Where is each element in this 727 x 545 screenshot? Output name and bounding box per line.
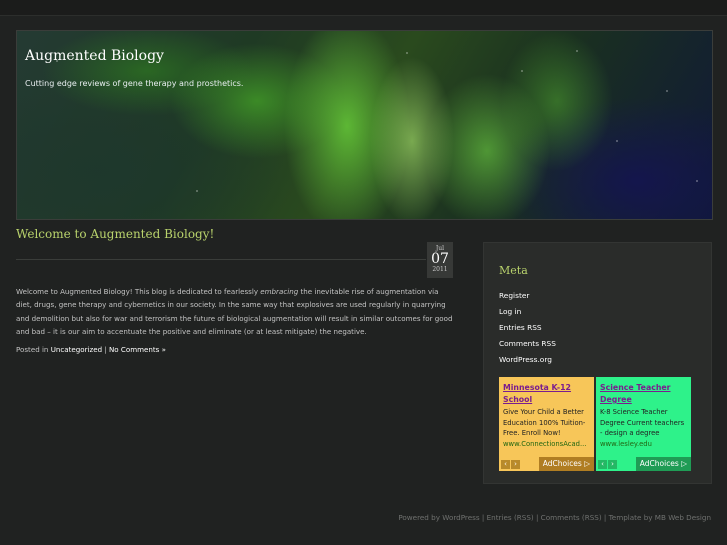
- site-description: Cutting edge reviews of gene therapy and…: [25, 79, 244, 88]
- ad-1-nav: ‹ ›: [501, 459, 521, 470]
- ad-2-nav: ‹ ›: [598, 459, 618, 470]
- post-meta: Posted in Uncategorized | No Comments »: [16, 345, 166, 354]
- post-body-emphasis: embracing: [260, 287, 299, 296]
- ad-1-title[interactable]: Minnesota K-12 School: [503, 382, 590, 406]
- ad-2-url[interactable]: www.lesley.edu: [600, 439, 687, 450]
- post-title[interactable]: Welcome to Augmented Biology!: [16, 227, 214, 241]
- meta-link-login[interactable]: Log in: [499, 306, 556, 322]
- ad-2-footer: ‹ › AdChoices ▷: [596, 457, 691, 471]
- meta-link-entries-rss[interactable]: Entries RSS: [499, 322, 556, 338]
- adchoices-icon[interactable]: AdChoices ▷: [538, 457, 594, 471]
- ad-1-url[interactable]: www.ConnectionsAcad...: [503, 439, 590, 450]
- top-bar: [0, 0, 727, 16]
- ad-2-body: K-8 Science Teacher Degree Current teach…: [600, 408, 685, 437]
- prev-arrow-icon[interactable]: ‹: [598, 460, 607, 469]
- meta-link-wordpress[interactable]: WordPress.org: [499, 354, 556, 370]
- meta-link-register[interactable]: Register: [499, 290, 556, 306]
- header-banner: Augmented Biology Cutting edge reviews o…: [16, 30, 713, 220]
- prev-arrow-icon[interactable]: ‹: [501, 460, 510, 469]
- meta-widget-title: Meta: [499, 264, 528, 277]
- post-body: Welcome to Augmented Biology! This blog …: [16, 285, 453, 338]
- ad-unit-1[interactable]: Minnesota K-12 School Give Your Child a …: [499, 377, 594, 471]
- sidebar-meta-widget: Meta Register Log in Entries RSS Comment…: [483, 242, 712, 484]
- ad-1-footer: ‹ › AdChoices ▷: [499, 457, 594, 471]
- ad-2-title[interactable]: Science Teacher Degree: [600, 382, 687, 406]
- ad-1-body: Give Your Child a Better Education 100% …: [503, 408, 586, 437]
- post-date-badge: Jul 07 2011: [427, 242, 453, 278]
- posted-in-label: Posted in: [16, 345, 51, 354]
- date-year: 2011: [432, 266, 448, 273]
- post-body-text-1: Welcome to Augmented Biology! This blog …: [16, 287, 261, 296]
- date-day: 07: [431, 251, 449, 267]
- meta-link-comments-rss[interactable]: Comments RSS: [499, 338, 556, 354]
- footer-credits: Powered by WordPress | Entries (RSS) | C…: [398, 513, 711, 522]
- adchoices-icon[interactable]: AdChoices ▷: [635, 457, 691, 471]
- ad-unit-2[interactable]: Science Teacher Degree K-8 Science Teach…: [596, 377, 691, 471]
- next-arrow-icon[interactable]: ›: [608, 460, 617, 469]
- meta-links: Register Log in Entries RSS Comments RSS…: [499, 290, 556, 370]
- category-link[interactable]: Uncategorized: [51, 345, 102, 354]
- comments-link[interactable]: No Comments »: [109, 345, 166, 354]
- site-title[interactable]: Augmented Biology: [25, 48, 164, 64]
- post-divider: [16, 259, 426, 260]
- meta-separator: |: [102, 345, 109, 354]
- next-arrow-icon[interactable]: ›: [511, 460, 520, 469]
